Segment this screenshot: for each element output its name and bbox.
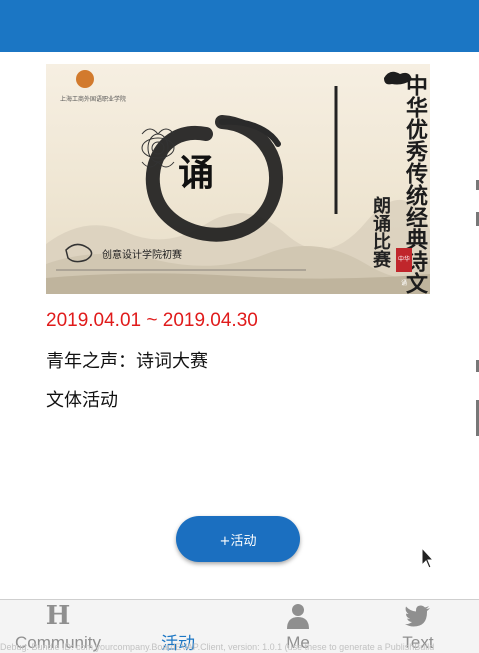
- h-icon: H: [45, 601, 71, 631]
- event-title[interactable]: 青年之声：诗词大赛: [46, 347, 208, 373]
- banner-center-char: 诵: [178, 152, 215, 194]
- banner-school-name: 上海工商外国语职业学院: [60, 96, 127, 103]
- user-icon: [287, 604, 309, 629]
- mouse-cursor-icon: [421, 547, 435, 569]
- event-category: 文体活动: [46, 390, 118, 411]
- banner-seal: 中华诵: [396, 248, 412, 287]
- banner-college-name: 创意设计学院初赛: [102, 250, 182, 261]
- event-banner-image[interactable]: 上海工商外国语职业学院 诵 中华优秀传统经典诗文 朗诵比赛 创意设计学院初赛 中…: [46, 64, 430, 294]
- add-activity-button[interactable]: +活动: [176, 516, 300, 562]
- event-date-range: 2019.04.01 ~ 2019.04.30: [46, 310, 258, 331]
- school-logo: [76, 70, 94, 88]
- top-bar: [0, 0, 479, 52]
- debug-footer-text: Debug. Bundle ID: com.yourcompany.BoardE…: [0, 642, 435, 652]
- twitter-icon: [405, 605, 430, 627]
- banner-vertical-subtitle: 朗诵比赛: [370, 196, 391, 268]
